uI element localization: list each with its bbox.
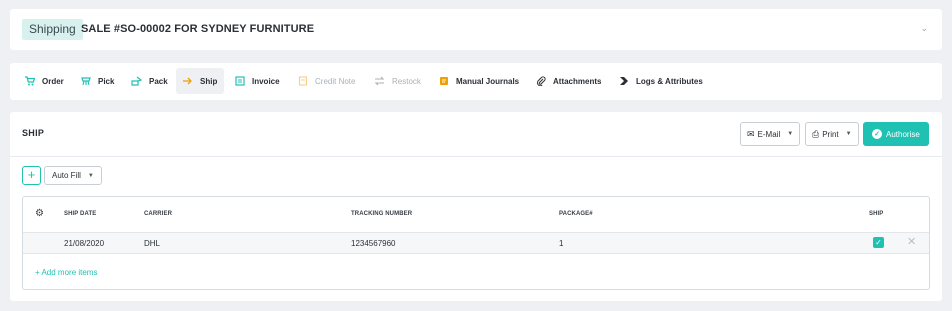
logs-icon [619,76,629,86]
email-label: E-Mail [757,129,781,139]
authorise-button[interactable]: ✓ Authorise [863,122,929,146]
tab-ship[interactable]: Ship [176,68,225,94]
shipments-table: ⚙ SHIP DATE CARRIER TRACKING NUMBER PACK… [22,196,930,290]
tab-label: Attachments [553,76,602,86]
envelope-icon: ✉ [747,128,755,139]
chevron-down-icon: ▼ [845,131,852,137]
chevron-down-icon: ▼ [787,131,794,137]
divider [10,156,942,157]
col-ship-date: SHIP DATE [64,211,97,217]
tab-label: Pack [149,76,168,86]
tab-order[interactable]: Order [18,68,71,94]
tab-bar: Order Pick Pack Ship Invoice Credit Note… [10,63,942,100]
tab-label: Credit Note [315,76,356,86]
auto-fill-dropdown[interactable]: Auto Fill ▼ [44,166,102,185]
ship-checkbox[interactable]: ✓ [873,237,884,248]
cell-tracking-number[interactable]: 1234567960 [351,239,396,248]
tab-attachments[interactable]: Attachments [529,68,608,94]
sale-header: Shipping SALE #SO-00002 FOR SYDNEY FURNI… [10,9,942,50]
check-circle-icon: ✓ [872,129,882,139]
journal-icon [439,76,449,86]
credit-note-icon [298,76,308,86]
email-button[interactable]: ✉ E-Mail ▼ [740,122,801,146]
col-package: PACKAGE# [559,211,593,217]
page-title: SALE #SO-00002 FOR SYDNEY FURNITURE [81,23,315,35]
section-title: SHIP [22,128,45,138]
auto-fill-label: Auto Fill [52,171,81,180]
gear-icon[interactable]: ⚙ [35,208,44,219]
restock-icon [374,76,385,86]
chevron-down-icon: ▼ [87,172,94,179]
authorise-label: Authorise [886,129,920,139]
paperclip-icon [536,76,546,86]
cell-package[interactable]: 1 [559,239,563,248]
ship-panel: SHIP ✉ E-Mail ▼ ⎙ Print ▼ ✓ Authorise + … [10,112,942,301]
tab-credit-note[interactable]: Credit Note [291,68,362,94]
arrow-right-icon [183,76,193,86]
cell-ship-date[interactable]: 21/08/2020 [64,239,104,248]
add-more-items-link[interactable]: + Add more items [35,268,97,277]
printer-icon: ⎙ [812,128,820,139]
tab-label: Ship [200,76,218,86]
tab-pick[interactable]: Pick [74,68,121,94]
tab-manual-journals[interactable]: Manual Journals [432,68,526,94]
tab-label: Order [42,76,64,86]
col-tracking-number: TRACKING NUMBER [351,211,413,217]
col-ship: SHIP [869,211,884,217]
tab-logs-attributes[interactable]: Logs & Attributes [612,68,710,94]
print-label: Print [822,129,839,139]
add-row-button[interactable]: + [22,166,41,185]
cell-carrier[interactable]: DHL [144,239,160,248]
tab-label: Manual Journals [456,76,520,86]
cart-icon [25,76,35,86]
print-button[interactable]: ⎙ Print ▼ [805,122,859,146]
tab-label: Invoice [252,76,280,86]
status-badge: Shipping [22,19,83,40]
close-icon[interactable]: ✕ [907,235,916,248]
tab-restock[interactable]: Restock [367,68,428,94]
pack-icon [131,76,142,86]
invoice-icon [235,76,245,86]
tab-pack[interactable]: Pack [124,68,175,94]
tab-label: Pick [98,76,115,86]
tab-invoice[interactable]: Invoice [228,68,287,94]
pick-icon [81,76,91,86]
chevron-down-icon[interactable]: ⌄ [920,23,928,34]
col-carrier: CARRIER [144,211,173,217]
tab-label: Restock [392,76,421,86]
divider [23,253,929,254]
tab-label: Logs & Attributes [636,76,703,86]
